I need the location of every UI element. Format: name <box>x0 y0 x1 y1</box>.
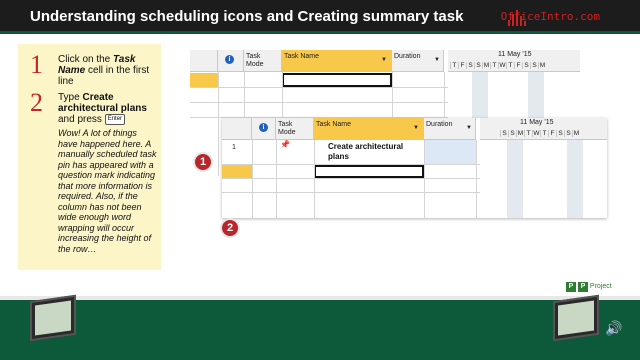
step-text: Click on the Task Name cell in the first… <box>58 54 158 87</box>
info-column-header[interactable]: i <box>252 118 276 140</box>
timescale-days: TFSSMTWTFSSM <box>450 62 546 69</box>
weekend-stripe <box>567 140 583 218</box>
row-header-corner <box>222 118 252 140</box>
chevron-down-icon[interactable]: ▼ <box>413 124 419 132</box>
grid-screenshot-after: i Task Mode Task Name ▼ Duration ▼ 11 Ma… <box>222 118 607 218</box>
step-text-pre: Click on the <box>58 54 114 65</box>
task-name-column-header[interactable]: Task Name ▼ <box>282 50 392 72</box>
selected-row-header[interactable] <box>190 73 218 87</box>
gridline <box>222 178 480 179</box>
enter-key-icon: Enter <box>104 114 126 125</box>
gridline <box>424 140 425 218</box>
header-bar: Understanding scheduling icons and Creat… <box>0 0 640 34</box>
instruction-panel: 1 Click on the Task Name cell in the fir… <box>18 44 161 270</box>
gridline <box>252 140 253 218</box>
task-name-header-label: Task Name <box>316 121 352 128</box>
duration-header-label: Duration <box>394 53 421 60</box>
task-name-cell-active[interactable] <box>282 73 392 87</box>
timescale-header: 11 May '15 SSMTWTFSSM <box>480 118 607 140</box>
callout-badge-2: 2 <box>220 218 240 238</box>
step-text: Type Create architectural plans and pres… <box>58 92 158 125</box>
gridline <box>476 140 477 218</box>
gridline <box>218 72 219 176</box>
step-number: 1 <box>30 50 43 79</box>
timescale-week: 11 May '15 <box>498 51 532 58</box>
selected-row-header[interactable] <box>222 165 252 178</box>
gridline <box>190 87 448 88</box>
info-column-header[interactable]: i <box>218 50 244 72</box>
timescale-days: SSMTWTFSSM <box>500 130 580 137</box>
chevron-down-icon[interactable]: ▼ <box>381 56 387 64</box>
row-number: 1 <box>232 144 236 151</box>
row-header-corner <box>190 50 218 72</box>
callout-badge-1: 1 <box>193 152 213 172</box>
monitor-illustration-icon <box>30 294 76 342</box>
info-icon: i <box>225 55 234 64</box>
speaker-icon[interactable]: 🔊 <box>605 320 622 337</box>
monitor-illustration-icon <box>553 294 599 342</box>
duration-header-label: Duration <box>426 121 453 128</box>
duration-column-header[interactable]: Duration ▼ <box>392 50 444 72</box>
task-name-column-header[interactable]: Task Name ▼ <box>314 118 424 140</box>
footer-bar <box>0 300 640 360</box>
task-mode-column-header[interactable]: Task Mode <box>276 118 314 140</box>
timescale-week: 11 May '15 <box>520 119 554 126</box>
duration-cell[interactable] <box>424 140 476 164</box>
gridline <box>222 192 480 193</box>
duration-column-header[interactable]: Duration ▼ <box>424 118 476 140</box>
slide-title: Understanding scheduling icons and Creat… <box>30 8 464 25</box>
gridline <box>314 140 315 218</box>
explanation-note: Wow! A lot of things have happened here.… <box>58 128 157 254</box>
chevron-down-icon[interactable]: ▼ <box>466 124 472 132</box>
timescale-header: 11 May '15 TFSSMTWTFSSM <box>448 50 580 72</box>
logo-text: OfficeIntro.com <box>500 10 600 23</box>
task-name-cell[interactable]: Create architectural plans <box>328 142 418 162</box>
chevron-down-icon[interactable]: ▼ <box>434 56 440 64</box>
gridline <box>190 102 448 103</box>
step-number: 2 <box>30 88 43 117</box>
project-label: Project <box>589 283 612 290</box>
step-text-post: and press <box>58 114 102 126</box>
task-mode-column-header[interactable]: Task Mode <box>244 50 282 72</box>
step-text-pre: Type <box>58 92 83 103</box>
task-name-cell-active[interactable] <box>314 165 424 178</box>
info-icon: i <box>259 123 268 132</box>
weekend-stripe <box>507 140 523 218</box>
manual-pin-question-icon: 📌 <box>280 140 290 149</box>
gridline <box>276 140 277 218</box>
ms-project-logo-icon: P P Project <box>566 282 612 292</box>
task-name-header-label: Task Name <box>284 53 320 60</box>
